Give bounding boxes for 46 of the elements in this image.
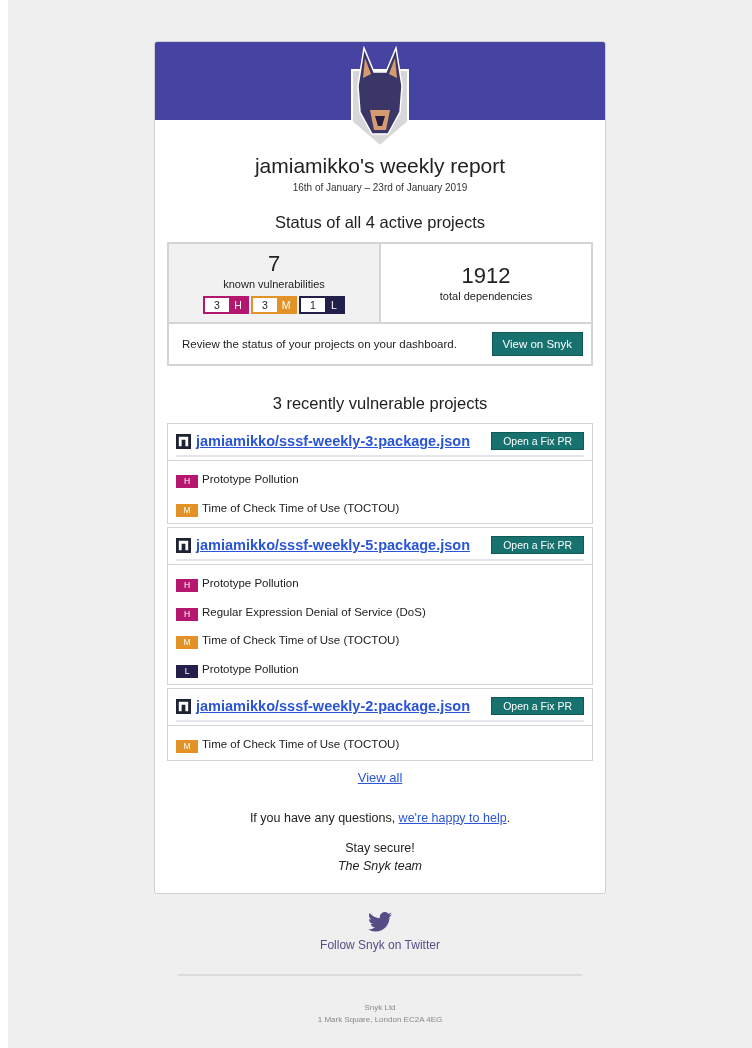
issue-title: Time of Check Time of Use (TOCTOU) (202, 501, 400, 514)
severity-tag: L (176, 664, 198, 678)
package-icon (176, 698, 191, 714)
issue-title: Prototype Pollution (202, 662, 299, 675)
section-heading: 3 recently vulnerable projects (272, 394, 488, 413)
twitter-link[interactable]: Follow Snyk on Twitter (320, 937, 440, 952)
project-link[interactable]: jamiamikko/sssf-weekly-2:package.json (196, 698, 471, 714)
severity-count-badge: 3 H (203, 296, 249, 314)
dependency-count: 1912 (461, 264, 511, 288)
bird-icon[interactable] (368, 911, 392, 932)
open-fix-pr-button[interactable]: Open a Fix PR (491, 536, 584, 554)
help-link[interactable]: we're happy to help (398, 810, 507, 825)
issue-title: Prototype Pollution (202, 577, 299, 590)
severity-tag: H (176, 475, 198, 489)
vulnerability-count: 7 (267, 252, 281, 276)
severity-count-badge: 3 M (251, 296, 297, 314)
date-range: 16th of January – 23rd of January 2019 (292, 182, 468, 193)
report-title: jamiamikko's weekly report (254, 154, 506, 178)
team-signature: The Snyk team (337, 858, 423, 873)
project-link[interactable]: jamiamikko/sssf-weekly-3:package.json (196, 433, 471, 449)
sign-off: Stay secure! (345, 840, 415, 855)
open-fix-pr-button[interactable]: Open a Fix PR (491, 432, 584, 450)
package-icon (176, 537, 191, 553)
package-icon (176, 433, 191, 449)
severity-tag: M (176, 740, 198, 754)
issue-title: Time of Check Time of Use (TOCTOU) (202, 738, 400, 751)
dog-logo-icon (350, 46, 410, 146)
help-sentence: If you have any questions, we're happy to help. (249, 810, 511, 825)
dependency-label: total dependencies (439, 290, 533, 302)
severity-tag: H (176, 607, 198, 621)
issue-title: Regular Expression Denial of Service (DoS) (202, 605, 426, 618)
open-fix-pr-button[interactable]: Open a Fix PR (491, 697, 584, 715)
section-heading: Status of all 4 active projects (275, 213, 485, 232)
review-text: Review the status of your projects on your dashboard. (182, 338, 457, 350)
project-link[interactable]: jamiamikko/sssf-weekly-5:package.json (196, 537, 471, 553)
view-all-link[interactable]: View all (357, 769, 403, 785)
severity-tag: M (176, 636, 198, 650)
issue-title: Prototype Pollution (202, 473, 299, 486)
vulnerability-label: known vulnerabilities (223, 278, 325, 290)
issue-title: Time of Check Time of Use (TOCTOU) (202, 634, 400, 647)
company-name: Snyk Ltd (364, 1001, 396, 1014)
view-on-snyk-button[interactable]: View on Snyk (491, 332, 583, 356)
severity-count-badge: 1 L (299, 296, 345, 314)
severity-tag: H (176, 579, 198, 593)
company-address: 1 Mark Square, London EC2A 4EG (317, 1013, 443, 1026)
severity-tag: M (176, 503, 198, 517)
